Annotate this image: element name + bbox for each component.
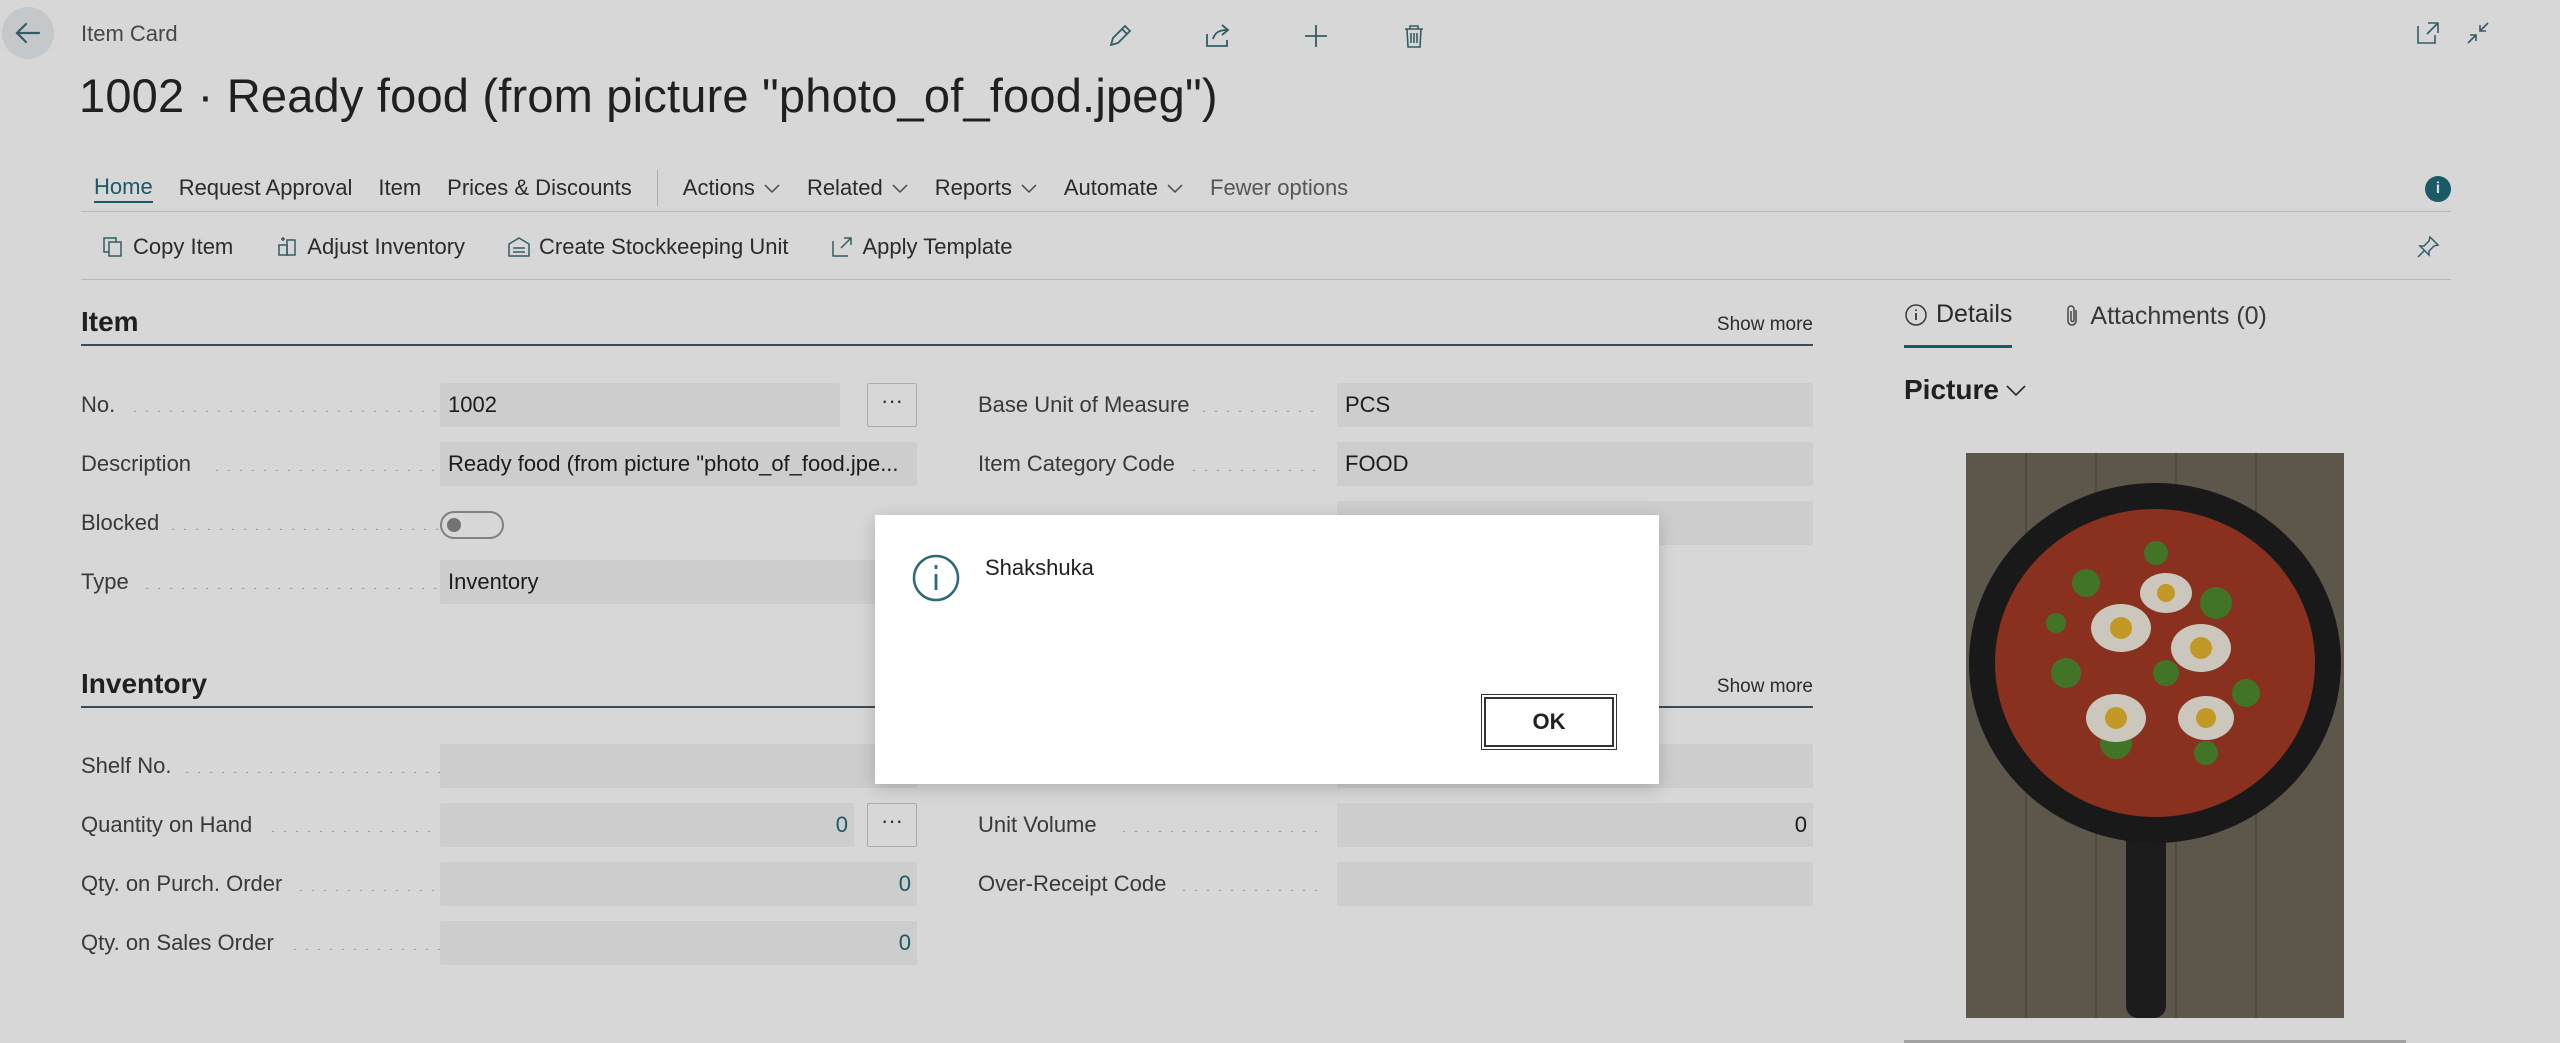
item-card-page: Item Card 1002 · Ready food (from pictur… [0, 0, 2560, 1043]
ok-button[interactable]: OK [1481, 694, 1617, 750]
info-circle-icon [911, 553, 961, 608]
message-dialog: Shakshuka OK [875, 515, 1659, 784]
dialog-message: Shakshuka [985, 555, 1094, 580]
